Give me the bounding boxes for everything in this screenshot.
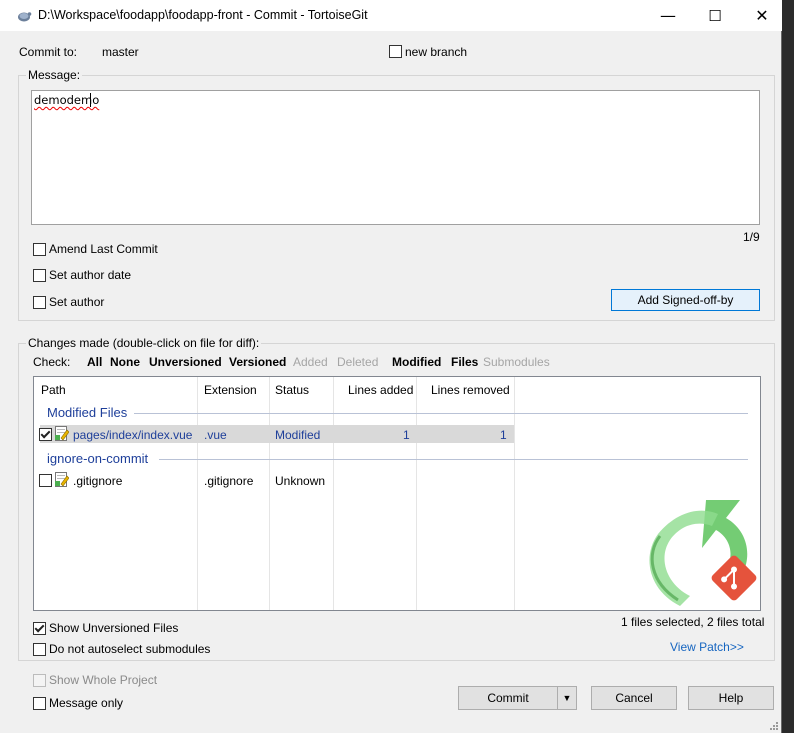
column-header-status[interactable]: Status (275, 383, 309, 397)
file-extension: .vue (204, 428, 227, 442)
commit-dropdown-button[interactable]: ▼ (557, 686, 577, 710)
check-label: Check: (33, 355, 71, 369)
tortoisegit-app-icon (18, 12, 32, 22)
check-all-link[interactable]: All (87, 355, 102, 369)
file-status: Modified (275, 428, 321, 442)
help-button[interactable]: Help (688, 686, 774, 710)
set-author-label: Set author (49, 295, 105, 309)
column-header-extension[interactable]: Extension (204, 383, 257, 397)
message-only-checkbox[interactable] (33, 697, 46, 710)
line-counter: 1/9 (743, 230, 760, 244)
modified-file-icon (55, 426, 69, 441)
set-author-date-checkbox[interactable] (33, 269, 46, 282)
message-group-label: Message: (26, 68, 83, 82)
show-whole-project-checkbox[interactable] (33, 674, 46, 687)
view-patch-link[interactable]: View Patch>> (670, 640, 744, 654)
window-title: D:\Workspace\foodapp\foodapp-front - Com… (38, 8, 368, 22)
lines-removed: 1 (500, 428, 507, 442)
show-whole-project-label: Show Whole Project (49, 673, 158, 687)
show-unversioned-label: Show Unversioned Files (49, 621, 179, 635)
group-header-ignore-on-commit[interactable]: ignore-on-commit (47, 451, 148, 466)
set-author-checkbox[interactable] (33, 296, 46, 309)
group-divider (134, 413, 748, 414)
no-autoselect-label: Do not autoselect submodules (49, 642, 211, 656)
group-header-modified[interactable]: Modified Files (47, 405, 127, 420)
file-extension: .gitignore (204, 474, 254, 488)
check-none-link[interactable]: None (110, 355, 140, 369)
changes-group-label: Changes made (double-click on file for d… (26, 336, 262, 350)
column-header-lines-added[interactable]: Lines added (348, 383, 413, 397)
check-deleted-link[interactable]: Deleted (337, 355, 378, 369)
message-input[interactable]: demodemo (31, 90, 760, 225)
new-branch-label: new branch (405, 45, 468, 59)
show-unversioned-checkbox[interactable] (33, 622, 46, 635)
file-status: Unknown (275, 474, 326, 488)
maximize-button[interactable]: ☐ (692, 0, 738, 31)
files-summary: 1 files selected, 2 files total (621, 615, 765, 629)
text-caret (90, 93, 91, 107)
chevron-down-icon: ▼ (562, 693, 572, 703)
resize-grip-icon[interactable] (769, 721, 779, 731)
check-added-link[interactable]: Added (293, 355, 328, 369)
no-autoselect-checkbox[interactable] (33, 643, 46, 656)
branch-name: master (102, 45, 139, 59)
minimize-icon: — (660, 6, 676, 25)
amend-checkbox[interactable] (33, 243, 46, 256)
commit-button[interactable]: Commit (458, 686, 558, 710)
add-signed-off-button[interactable]: Add Signed-off-by (611, 289, 760, 311)
commit-dialog: D:\Workspace\foodapp\foodapp-front - Com… (0, 0, 782, 733)
group-divider (159, 459, 748, 460)
amend-label: Amend Last Commit (49, 242, 158, 256)
column-header-path[interactable]: Path (41, 383, 66, 397)
commit-to-label: Commit to: (19, 45, 78, 59)
lines-added: 1 (403, 428, 410, 442)
message-only-label: Message only (49, 696, 124, 710)
check-unversioned-link[interactable]: Unversioned (149, 355, 222, 369)
close-button[interactable]: ✕ (739, 0, 785, 31)
row-checkbox[interactable] (39, 474, 52, 487)
check-versioned-link[interactable]: Versioned (229, 355, 286, 369)
check-submodules-link[interactable]: Submodules (483, 355, 550, 369)
check-files-link[interactable]: Files (451, 355, 478, 369)
column-header-lines-removed[interactable]: Lines removed (431, 383, 510, 397)
set-author-date-label: Set author date (49, 268, 132, 282)
close-icon: ✕ (755, 6, 769, 25)
file-path: pages/index/index.vue (73, 428, 193, 442)
tortoisegit-logo-icon (649, 500, 757, 606)
check-modified-link[interactable]: Modified (392, 355, 441, 369)
file-path: .gitignore (73, 474, 123, 488)
row-checkbox[interactable] (39, 428, 52, 441)
minimize-button[interactable]: — (645, 0, 691, 31)
new-branch-checkbox[interactable] (389, 45, 402, 58)
maximize-icon: ☐ (708, 6, 722, 25)
title-bar[interactable]: D:\Workspace\foodapp\foodapp-front - Com… (0, 0, 782, 31)
unknown-file-icon (55, 472, 69, 487)
cancel-button[interactable]: Cancel (591, 686, 677, 710)
